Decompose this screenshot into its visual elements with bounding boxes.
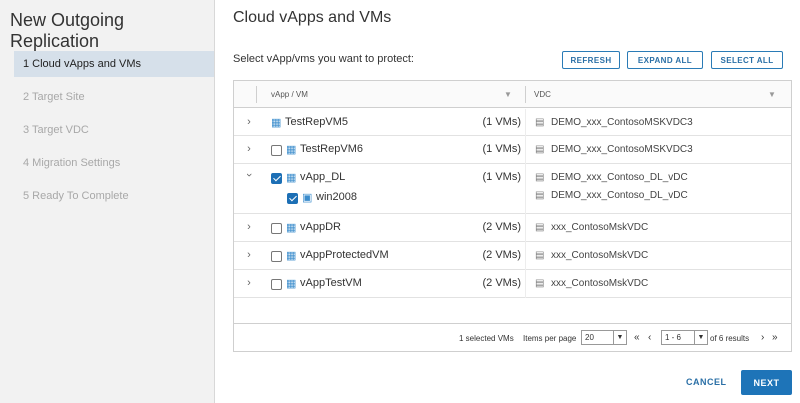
chevron-down-icon: ▼: [694, 331, 707, 344]
step-target-vdc: 3 Target VDC: [23, 124, 89, 136]
page-range-select[interactable]: 1 - 6 ▼: [661, 330, 708, 345]
table-row[interactable]: › ▦ TestRepVM6 (1 VMs) ▤ DEMO_xxx_Contos…: [234, 136, 791, 164]
refresh-button[interactable]: REFRESH: [562, 51, 620, 69]
wizard-steps: 1 Cloud vApps and VMs 2 Target Site 3 Ta…: [14, 51, 214, 216]
chevron-right-icon[interactable]: ›: [243, 221, 255, 233]
row-checkbox[interactable]: [271, 279, 282, 290]
chevron-right-icon[interactable]: ›: [243, 116, 255, 128]
vdc-name: DEMO_xxx_ContosoMSKVDC3: [551, 144, 693, 155]
results-total: of 6 results: [710, 334, 750, 343]
vapp-icon: ▦: [286, 278, 297, 290]
chevron-right-icon[interactable]: ›: [243, 249, 255, 261]
row-checkbox[interactable]: [271, 223, 282, 234]
vapp-name: TestRepVM5: [285, 116, 348, 128]
items-per-page-select[interactable]: 20 ▼: [581, 330, 627, 345]
chevron-down-icon: ▼: [613, 331, 626, 344]
table-row[interactable]: › ▦ vApp_DL (1 VMs) ▤ DEMO_xxx_Contoso_D…: [234, 164, 791, 214]
row-checkbox[interactable]: [271, 251, 282, 262]
step-migration-settings: 4 Migration Settings: [23, 157, 121, 169]
next-button[interactable]: NEXT: [741, 370, 792, 395]
vdc-name: DEMO_xxx_ContosoMSKVDC3: [551, 117, 693, 128]
row-checkbox[interactable]: [271, 145, 282, 156]
select-all-button[interactable]: SELECT ALL: [711, 51, 783, 69]
cancel-button[interactable]: CANCEL: [686, 377, 727, 387]
step-cloud-vapps[interactable]: 1 Cloud vApps and VMs: [14, 51, 214, 77]
vapp-name: vAppDR: [300, 221, 341, 233]
vm-count: (1 VMs): [482, 143, 522, 155]
items-per-page-label: Items per page: [523, 334, 577, 343]
chevron-right-icon[interactable]: ›: [243, 143, 255, 155]
vm-icon: ▣: [302, 192, 313, 204]
chevron-right-icon[interactable]: ›: [243, 277, 255, 289]
column-header-vm[interactable]: vApp / VM: [271, 81, 308, 108]
vdc-icon: ▤: [535, 278, 545, 289]
step-ready-to-complete: 5 Ready To Complete: [23, 190, 129, 202]
filter-icon[interactable]: ▼: [504, 90, 512, 99]
vm-count: (2 VMs): [482, 277, 522, 289]
child-checkbox[interactable]: [287, 193, 298, 204]
table-row[interactable]: › ▦ vAppTestVM (2 VMs) ▤ xxx_ContosoMskV…: [234, 270, 791, 298]
vm-count: (2 VMs): [482, 221, 522, 233]
table-row[interactable]: › ▦ vAppProtectedVM (2 VMs) ▤ xxx_Contos…: [234, 242, 791, 270]
expand-all-button[interactable]: EXPAND ALL: [627, 51, 703, 69]
vapp-icon: ▦: [286, 144, 297, 156]
vapp-name: vAppProtectedVM: [300, 249, 389, 261]
table-row[interactable]: › ▦ vAppDR (2 VMs) ▤ xxx_ContosoMskVDC: [234, 214, 791, 242]
wizard-sidebar: New Outgoing Replication 1 Cloud vApps a…: [0, 0, 215, 403]
prev-page-icon[interactable]: ‹: [648, 332, 651, 343]
select-prompt: Select vApp/vms you want to protect:: [233, 53, 414, 65]
vapp-name: vAppTestVM: [300, 277, 362, 289]
vdc-name: xxx_ContosoMskVDC: [551, 278, 649, 289]
vapp-name: vApp_DL: [300, 171, 346, 183]
vdc-name: DEMO_xxx_Contoso_DL_vDC: [551, 190, 688, 201]
wizard-title: New Outgoing Replication: [10, 10, 125, 51]
last-page-icon[interactable]: »: [772, 332, 778, 343]
vdc-icon: ▤: [535, 117, 545, 128]
vdc-icon: ▤: [535, 222, 545, 233]
vm-count: (1 VMs): [482, 171, 522, 183]
vm-count: (1 VMs): [482, 116, 522, 128]
selected-count: 1 selected VMs: [459, 334, 514, 343]
table-row[interactable]: › ▦ TestRepVM5 (1 VMs) ▤ DEMO_xxx_Contos…: [234, 109, 791, 136]
row-checkbox[interactable]: [271, 173, 282, 184]
vdc-icon: ▤: [535, 144, 545, 155]
vdc-name: xxx_ContosoMskVDC: [551, 222, 649, 233]
first-page-icon[interactable]: «: [634, 332, 640, 343]
vdc-icon: ▤: [535, 250, 545, 261]
vdc-name: xxx_ContosoMskVDC: [551, 250, 649, 261]
next-page-icon[interactable]: ›: [761, 332, 764, 343]
vm-name: win2008: [316, 191, 357, 203]
vm-count: (2 VMs): [482, 249, 522, 261]
step-target-site: 2 Target Site: [23, 91, 85, 103]
vdc-icon: ▤: [535, 190, 545, 201]
grid-header: vApp / VM ▼ VDC ▼: [234, 81, 791, 108]
page-title: Cloud vApps and VMs: [233, 9, 392, 26]
main-content: Cloud vApps and VMs Select vApp/vms you …: [216, 0, 800, 403]
vapp-icon: ▦: [286, 250, 297, 262]
vapp-grid: vApp / VM ▼ VDC ▼ › ▦ TestRepVM5 (1 VMs)…: [233, 80, 792, 352]
column-divider: [525, 86, 526, 103]
grid-footer: 1 selected VMs Items per page 20 ▼ « ‹ 1…: [234, 323, 791, 351]
vapp-icon: ▦: [271, 117, 282, 129]
vdc-icon: ▤: [535, 172, 545, 183]
column-divider: [256, 86, 257, 103]
vapp-name: TestRepVM6: [300, 143, 363, 155]
chevron-down-icon[interactable]: ›: [243, 169, 255, 181]
column-header-vdc[interactable]: VDC: [534, 81, 551, 108]
vapp-icon: ▦: [286, 172, 297, 184]
filter-icon[interactable]: ▼: [768, 90, 776, 99]
vapp-icon: ▦: [286, 222, 297, 234]
vdc-name: DEMO_xxx_Contoso_DL_vDC: [551, 172, 688, 183]
